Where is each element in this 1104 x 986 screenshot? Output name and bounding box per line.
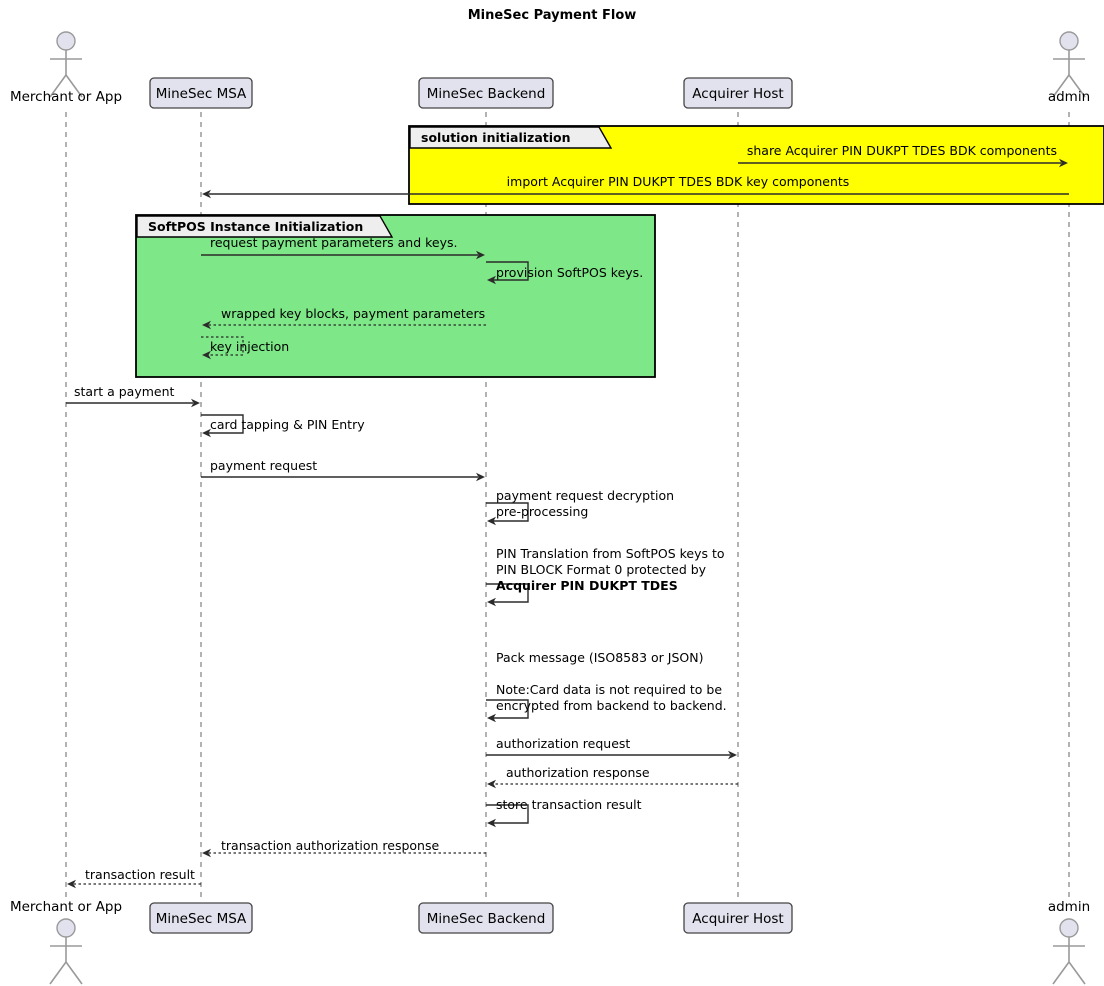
diagram-title: MineSec Payment Flow: [468, 8, 637, 23]
participant-label: Merchant or App: [10, 89, 122, 105]
message-label: import Acquirer PIN DUKPT TDES BDK key c…: [507, 174, 850, 189]
message-label: authorization response: [506, 765, 650, 780]
participant-box-msa-bottom[interactable]: MineSec MSA: [150, 903, 252, 933]
participant-label: admin: [1048, 899, 1090, 915]
sequence-diagram-canvas: MineSec Payment Flow solution initializa…: [0, 0, 1104, 986]
message-m12: Pack message (ISO8583 or JSON) Note:Card …: [486, 650, 727, 722]
message-label: request payment parameters and keys.: [210, 235, 457, 250]
message-m3: request payment parameters and keys.: [201, 235, 485, 259]
message-label: payment request: [210, 458, 317, 473]
participant-label: Merchant or App: [10, 899, 122, 915]
participant-box-backend-bottom[interactable]: MineSec Backend: [419, 903, 553, 933]
participant-label: Acquirer Host: [692, 911, 783, 927]
message-label: encrypted from backend to backend.: [496, 698, 727, 713]
message-label: transaction result: [85, 867, 195, 882]
message-label: provision SoftPOS keys.: [496, 265, 643, 280]
participant-label: admin: [1048, 89, 1090, 105]
group-solution-initialization: solution initialization: [409, 126, 1104, 204]
participant-box-acquirer-top[interactable]: Acquirer Host: [684, 78, 792, 108]
actor-head-icon: [57, 919, 75, 937]
message-label: share Acquirer PIN DUKPT TDES BDK compon…: [747, 143, 1057, 158]
message-label: wrapped key blocks, payment parameters: [221, 306, 485, 321]
group-label: solution initialization: [421, 130, 571, 145]
group-label: SoftPOS Instance Initialization: [148, 219, 363, 234]
message-label: pre-processing: [496, 504, 588, 519]
participant-label: MineSec Backend: [427, 86, 546, 102]
message-label: PIN Translation from SoftPOS keys to: [496, 546, 725, 561]
participant-label: MineSec MSA: [156, 911, 247, 927]
message-label: PIN BLOCK Format 0 protected by: [496, 562, 707, 577]
message-label: card tapping & PIN Entry: [210, 417, 365, 432]
message-label: payment request decryption: [496, 488, 674, 503]
participant-label: MineSec Backend: [427, 911, 546, 927]
message-label: Note:Card data is not required to be: [496, 682, 722, 697]
message-m1: share Acquirer PIN DUKPT TDES BDK compon…: [738, 143, 1068, 167]
message-label: Acquirer PIN DUKPT TDES: [496, 578, 678, 593]
message-label: start a payment: [74, 384, 175, 399]
participant-label: Acquirer Host: [692, 86, 783, 102]
message-label: key injection: [210, 339, 289, 354]
actor-head-icon: [57, 32, 75, 50]
participant-box-acquirer-bottom[interactable]: Acquirer Host: [684, 903, 792, 933]
actor-head-icon: [1060, 32, 1078, 50]
message-label: store transaction result: [496, 797, 642, 812]
participant-box-msa-top[interactable]: MineSec MSA: [150, 78, 252, 108]
participant-label: MineSec MSA: [156, 86, 247, 102]
message-label: authorization request: [496, 736, 630, 751]
message-label: Pack message (ISO8583 or JSON): [496, 650, 703, 665]
message-label: transaction authorization response: [221, 838, 439, 853]
participant-box-backend-top[interactable]: MineSec Backend: [419, 78, 553, 108]
actor-head-icon: [1060, 919, 1078, 937]
